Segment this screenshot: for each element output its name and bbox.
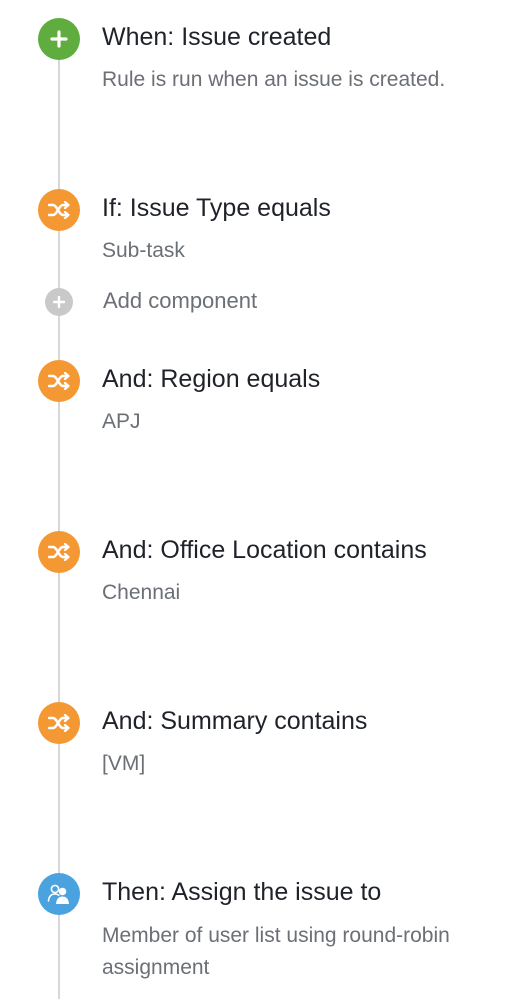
- rule-timeline-line: [58, 40, 60, 999]
- add-badge: [45, 288, 73, 316]
- component-title: And: Region equals: [102, 365, 321, 393]
- component-description: Member of user list using round-robin as…: [102, 924, 450, 979]
- shuffle-icon: [48, 543, 70, 561]
- plus-icon: [53, 296, 65, 308]
- condition-badge: [38, 531, 80, 573]
- shuffle-icon: [48, 714, 70, 732]
- condition-badge: [38, 360, 80, 402]
- component-title: If: Issue Type equals: [102, 194, 331, 222]
- condition-badge: [38, 189, 80, 231]
- component-description: Rule is run when an issue is created.: [102, 68, 446, 91]
- shuffle-icon: [48, 201, 70, 219]
- component-description: APJ: [102, 410, 141, 433]
- add-component-label: Add component: [103, 288, 258, 313]
- trigger-badge: [38, 18, 80, 60]
- component-title: Then: Assign the issue to: [102, 878, 382, 906]
- component-title: And: Office Location contains: [102, 536, 427, 564]
- component-description: Sub-task: [102, 239, 185, 262]
- component-description: Chennai: [102, 581, 181, 604]
- users-icon: [47, 884, 69, 904]
- condition-badge: [38, 702, 80, 744]
- component-description: [VM]: [102, 752, 146, 775]
- component-title: And: Summary contains: [102, 707, 368, 735]
- shuffle-icon: [48, 372, 70, 390]
- plus-icon: [50, 30, 68, 48]
- component-title: When: Issue created: [102, 23, 332, 51]
- action-badge: [38, 873, 80, 915]
